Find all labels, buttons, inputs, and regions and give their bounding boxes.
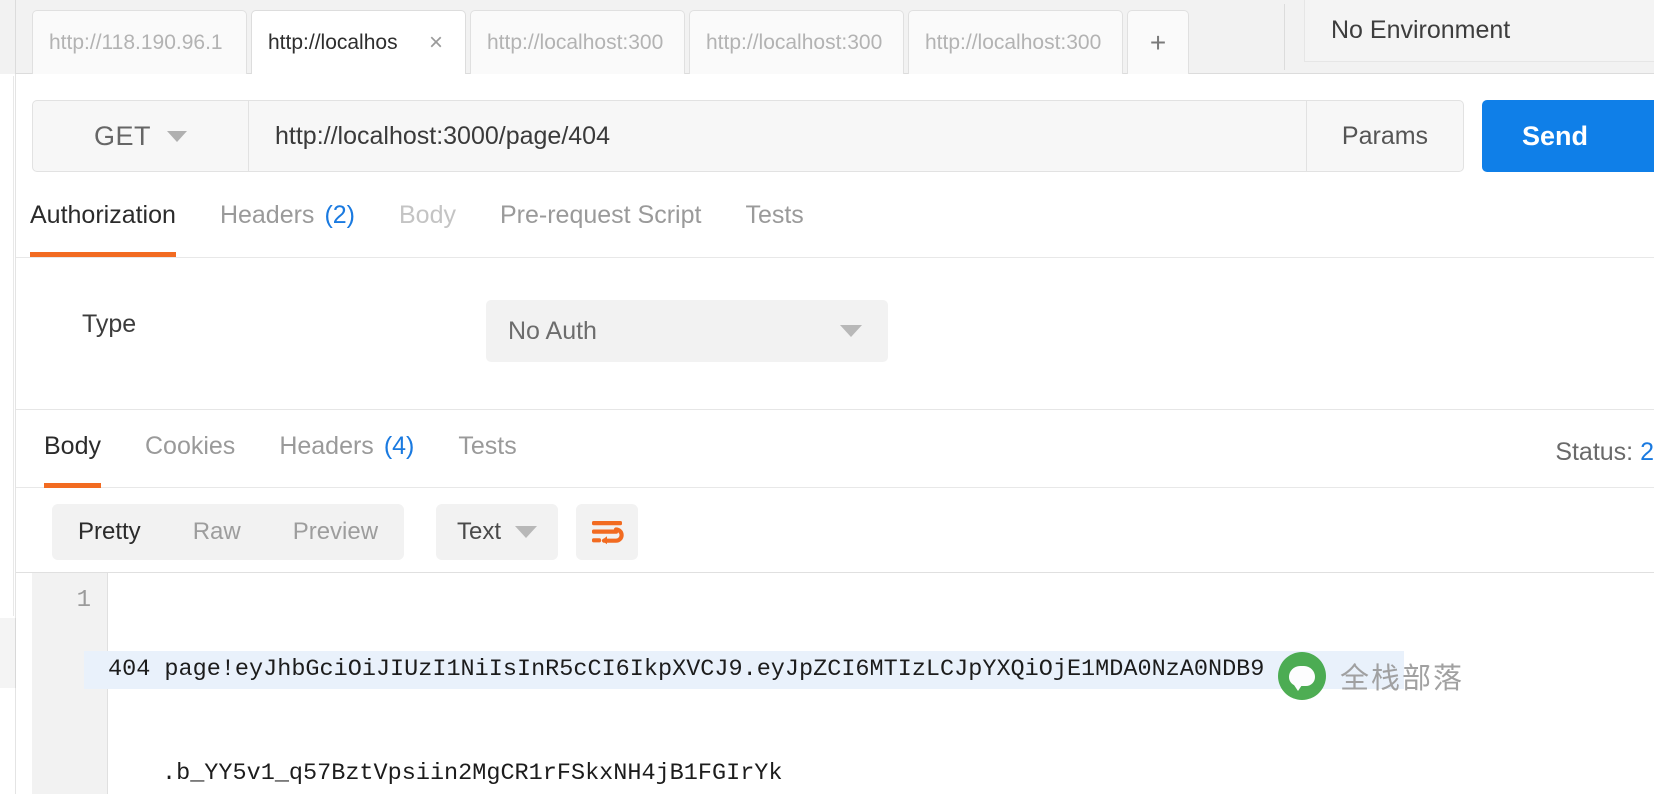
view-mode-pretty[interactable]: Pretty bbox=[52, 504, 167, 560]
chevron-down-icon bbox=[840, 325, 862, 337]
url-value: http://localhost:3000/page/404 bbox=[275, 121, 610, 150]
chevron-down-icon bbox=[515, 526, 537, 538]
request-tab-3-label: http://localhost:300 bbox=[706, 30, 883, 54]
response-format-select[interactable]: Text bbox=[436, 504, 558, 560]
params-button[interactable]: Params bbox=[1307, 101, 1463, 171]
request-tab-0-label: http://118.190.96.1 bbox=[49, 30, 223, 54]
response-body-line-1-wrap: .b_YY5v1_q57BztVpsiin2MgCR1rFSkxNH4jB1FG… bbox=[162, 760, 783, 787]
response-tab-tests-label: Tests bbox=[458, 431, 517, 460]
status-badge: Status: 2 bbox=[1555, 438, 1654, 467]
request-tab-4[interactable]: http://localhost:300 bbox=[908, 10, 1123, 74]
view-mode-raw-label: Raw bbox=[192, 518, 241, 545]
plus-icon: + bbox=[1149, 26, 1167, 58]
word-wrap-button[interactable] bbox=[576, 504, 638, 560]
request-section-tabs: Authorization Headers (2) Body Pre-reque… bbox=[16, 188, 1654, 258]
line-number: 1 bbox=[76, 587, 91, 614]
response-tab-list: Body Cookies Headers (4) Tests bbox=[30, 418, 561, 488]
request-tab-3[interactable]: http://localhost:300 bbox=[689, 10, 904, 74]
params-label: Params bbox=[1341, 121, 1429, 150]
method-selector[interactable]: GET bbox=[33, 101, 249, 171]
auth-type-label: Type bbox=[82, 310, 137, 338]
request-tab-1[interactable]: http://localhos × bbox=[251, 10, 466, 74]
status-code: 2 bbox=[1640, 438, 1654, 466]
auth-type-value: No Auth bbox=[508, 316, 597, 345]
view-mode-group: Pretty Raw Preview bbox=[52, 504, 405, 560]
url-input[interactable]: http://localhost:3000/page/404 bbox=[249, 101, 1307, 171]
response-body-line-1: 404 page!eyJhbGciOiJIUzI1NiIsInR5cCI6Ikp… bbox=[84, 651, 1404, 689]
request-tab-0[interactable]: http://118.190.96.1 bbox=[32, 10, 247, 74]
tab-body[interactable]: Body bbox=[399, 187, 456, 257]
watermark-text: 全栈部落 bbox=[1340, 661, 1465, 695]
tab-body-label: Body bbox=[399, 200, 456, 229]
watermark: 全栈部落 bbox=[1278, 652, 1464, 700]
response-tab-cookies[interactable]: Cookies bbox=[145, 418, 235, 488]
postman-window: http://118.190.96.1 http://localhos × ht… bbox=[0, 0, 1654, 794]
new-tab-button[interactable]: + bbox=[1127, 10, 1189, 74]
view-mode-preview[interactable]: Preview bbox=[267, 504, 404, 560]
left-rail-middle-block bbox=[0, 76, 14, 616]
url-bar: GET http://localhost:3000/page/404 Param… bbox=[32, 100, 1464, 172]
environment-label: No Environment bbox=[1331, 16, 1511, 44]
tab-tests[interactable]: Tests bbox=[745, 187, 803, 257]
request-tab-list: http://118.190.96.1 http://localhos × ht… bbox=[32, 10, 1189, 74]
request-tab-4-label: http://localhost:300 bbox=[925, 30, 1102, 54]
tab-headers-count: (2) bbox=[324, 200, 355, 229]
request-tab-strip: http://118.190.96.1 http://localhos × ht… bbox=[16, 0, 1654, 74]
tab-pre-request-script[interactable]: Pre-request Script bbox=[500, 187, 701, 257]
tab-authorization-label: Authorization bbox=[30, 200, 176, 229]
auth-type-select[interactable]: No Auth bbox=[486, 300, 888, 362]
tab-pre-request-script-label: Pre-request Script bbox=[499, 200, 702, 229]
request-tab-1-label: http://localhos bbox=[268, 30, 398, 54]
tab-authorization[interactable]: Authorization bbox=[30, 187, 176, 257]
tab-headers-label: Headers bbox=[219, 200, 315, 229]
response-tab-headers[interactable]: Headers (4) bbox=[279, 418, 414, 488]
request-tab-2-label: http://localhost:300 bbox=[487, 30, 664, 54]
word-wrap-icon bbox=[592, 521, 624, 545]
url-row: GET http://localhost:3000/page/404 Param… bbox=[16, 74, 1654, 188]
close-icon[interactable]: × bbox=[423, 30, 449, 55]
response-tab-headers-count: (4) bbox=[383, 431, 415, 460]
response-tab-cookies-label: Cookies bbox=[144, 431, 236, 460]
view-mode-raw[interactable]: Raw bbox=[167, 504, 267, 560]
response-format-value: Text bbox=[456, 518, 501, 545]
chevron-down-icon bbox=[167, 130, 187, 142]
request-tab-2[interactable]: http://localhost:300 bbox=[470, 10, 685, 74]
view-mode-pretty-label: Pretty bbox=[78, 518, 141, 545]
tab-tests-label: Tests bbox=[745, 200, 804, 229]
response-tab-body[interactable]: Body bbox=[44, 418, 101, 488]
method-label: GET bbox=[93, 120, 151, 151]
response-tab-body-label: Body bbox=[44, 431, 101, 460]
environment-selector[interactable]: No Environment bbox=[1304, 0, 1654, 62]
authorization-pane: Type No Auth bbox=[16, 258, 1654, 410]
response-tab-tests[interactable]: Tests bbox=[458, 418, 516, 488]
response-body-toolbar: Pretty Raw Preview Text bbox=[16, 488, 1654, 572]
response-tab-headers-label: Headers bbox=[279, 431, 374, 460]
status-label: Status: bbox=[1555, 438, 1634, 466]
left-rail-top-block bbox=[0, 0, 16, 74]
view-mode-preview-label: Preview bbox=[292, 518, 379, 545]
tab-headers[interactable]: Headers (2) bbox=[220, 187, 355, 257]
response-section-tabs: Body Cookies Headers (4) Tests Status: 2 bbox=[16, 418, 1654, 488]
wechat-logo-icon bbox=[1278, 652, 1326, 700]
tabbar-divider bbox=[1284, 4, 1285, 70]
send-button[interactable]: Send bbox=[1482, 100, 1654, 172]
left-rail-bottom-block bbox=[0, 618, 16, 688]
left-rail bbox=[0, 0, 16, 794]
